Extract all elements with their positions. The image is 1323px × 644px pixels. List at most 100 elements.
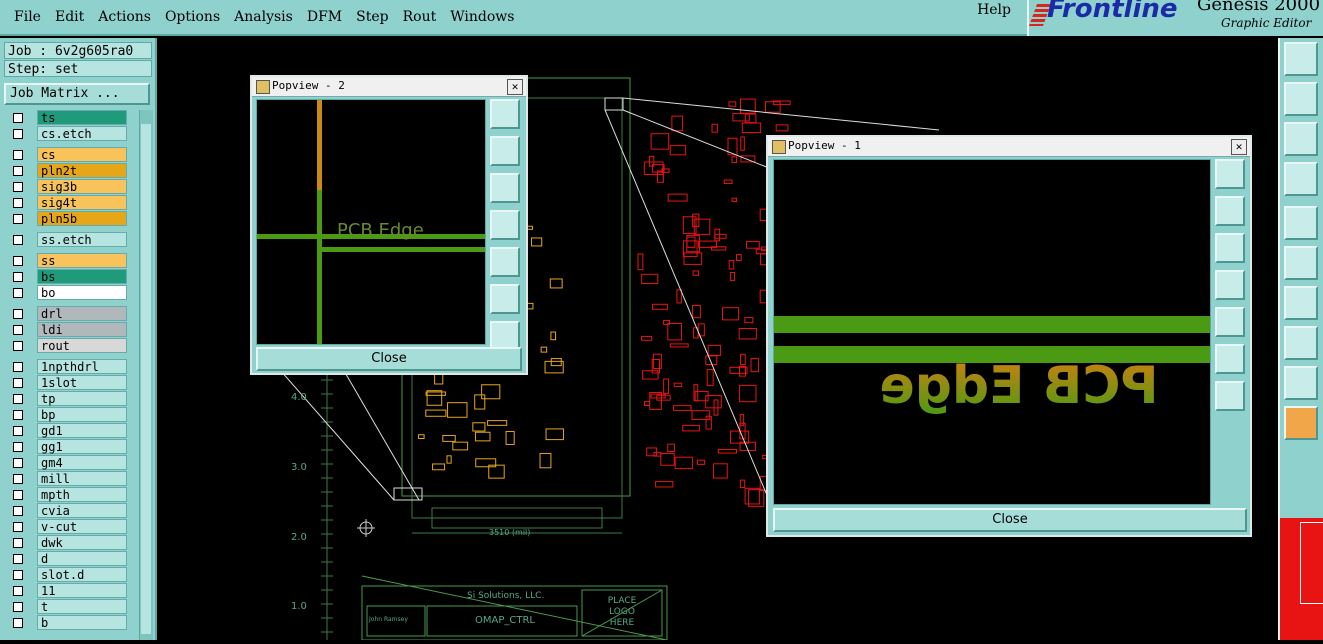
layer-checkbox[interactable] [6, 254, 31, 268]
popview-1-close-button[interactable]: Close [773, 508, 1247, 532]
menu-analysis[interactable]: Analysis [234, 9, 293, 25]
zoom-fit-icon[interactable] [1284, 122, 1318, 156]
layer-name[interactable]: t [37, 599, 127, 614]
layer-row[interactable]: sig4t [4, 195, 136, 211]
menu-step[interactable]: Step [356, 9, 388, 25]
layer-checkbox[interactable] [6, 307, 31, 321]
layer-name[interactable]: pln2t [37, 163, 127, 178]
layer-checkbox[interactable] [6, 408, 31, 422]
layer-checkbox[interactable] [6, 323, 31, 337]
pan-left-icon[interactable] [1284, 82, 1318, 116]
pointer-icon[interactable] [1284, 406, 1318, 440]
layer-checkbox[interactable] [6, 504, 31, 518]
layer-row[interactable]: rout [4, 338, 136, 354]
menu-actions[interactable]: Actions [98, 9, 151, 25]
pan-up-icon[interactable] [490, 136, 520, 166]
layer-checkbox[interactable] [6, 164, 31, 178]
layer-checkbox[interactable] [6, 180, 31, 194]
layer-row[interactable]: ldi [4, 322, 136, 338]
layer-name[interactable]: cs.etch [37, 126, 127, 141]
pad-tool-icon[interactable] [1284, 326, 1318, 360]
menu-file[interactable]: File [14, 9, 41, 25]
layer-checkbox[interactable] [6, 472, 31, 486]
menu-windows[interactable]: Windows [450, 9, 514, 25]
zoom-out-icon[interactable] [490, 284, 520, 314]
layer-row[interactable]: gm4 [4, 455, 136, 471]
layer-row[interactable]: ss.etch [4, 232, 136, 248]
layer-row[interactable]: pln5b [4, 211, 136, 227]
layer-checkbox[interactable] [6, 148, 31, 162]
layer-row[interactable]: d [4, 551, 136, 567]
layer-row[interactable]: 1slot [4, 375, 136, 391]
zoom-in-icon[interactable] [490, 99, 520, 129]
layer-row[interactable]: drl [4, 306, 136, 322]
layer-name[interactable]: rout [37, 338, 127, 353]
layer-row[interactable]: cs [4, 147, 136, 163]
menu-dfm[interactable]: DFM [307, 9, 342, 25]
layer-checkbox[interactable] [6, 424, 31, 438]
menu-options[interactable]: Options [165, 9, 220, 25]
layer-row[interactable]: slot.d [4, 567, 136, 583]
layer-name[interactable]: mpth [37, 487, 127, 502]
layer-row[interactable]: tp [4, 391, 136, 407]
layer-checkbox[interactable] [6, 584, 31, 598]
layer-name[interactable]: b [37, 615, 127, 630]
popview-1-titlebar[interactable]: Popview - 1 ✕ [768, 137, 1250, 157]
layer-checkbox[interactable] [6, 212, 31, 226]
layer-checkbox[interactable] [6, 600, 31, 614]
layer-row[interactable]: cs.etch [4, 126, 136, 142]
layer-row[interactable]: gg1 [4, 439, 136, 455]
menu-help[interactable]: Help [977, 2, 1011, 18]
layer-name[interactable]: pln5b [37, 211, 127, 226]
layer-row[interactable]: bp [4, 407, 136, 423]
popview-2-view[interactable]: PCB Edge [256, 99, 486, 345]
close-icon[interactable]: ✕ [507, 79, 523, 95]
layer-row[interactable]: sig3b [4, 179, 136, 195]
layer-row[interactable]: bs [4, 269, 136, 285]
scrollbar-thumb[interactable] [141, 124, 151, 634]
layer-name[interactable]: slot.d [37, 567, 127, 582]
layer-checkbox[interactable] [6, 440, 31, 454]
popview-2-close-button[interactable]: Close [256, 347, 522, 371]
layer-name[interactable]: v-cut [37, 519, 127, 534]
layer-name[interactable]: ldi [37, 322, 127, 337]
layer-row[interactable]: ts [4, 110, 136, 126]
layer-name[interactable]: gm4 [37, 455, 127, 470]
layer-row[interactable]: pln2t [4, 163, 136, 179]
layer-name[interactable]: mill [37, 471, 127, 486]
layer-checkbox[interactable] [6, 360, 31, 374]
layer-checkbox[interactable] [6, 568, 31, 582]
pan-down-icon[interactable] [1215, 233, 1245, 263]
layer-checkbox[interactable] [6, 376, 31, 390]
layer-name[interactable]: gg1 [37, 439, 127, 454]
layer-row[interactable]: mpth [4, 487, 136, 503]
layer-name[interactable]: gd1 [37, 423, 127, 438]
layer-checkbox[interactable] [6, 392, 31, 406]
layer-name[interactable]: cvia [37, 503, 127, 518]
layer-name[interactable]: ts [37, 110, 127, 125]
layer-name[interactable]: drl [37, 306, 127, 321]
pan-right-icon[interactable] [490, 247, 520, 277]
layer-checkbox[interactable] [6, 488, 31, 502]
popview-2-titlebar[interactable]: Popview - 2 ✕ [252, 77, 526, 97]
zoom-in-icon[interactable] [1215, 159, 1245, 189]
measure-icon[interactable] [1284, 162, 1318, 196]
close-icon[interactable]: ✕ [1231, 139, 1247, 155]
zoom-out-icon[interactable] [1215, 344, 1245, 374]
layer-row[interactable]: v-cut [4, 519, 136, 535]
line-tool-icon[interactable] [1284, 286, 1318, 320]
pan-left-icon[interactable] [1215, 270, 1245, 300]
triangle-tool-icon[interactable] [1284, 366, 1318, 400]
job-matrix-button[interactable]: Job Matrix ... [4, 83, 150, 105]
layer-checkbox[interactable] [6, 233, 31, 247]
layer-name[interactable]: cs [37, 147, 127, 162]
layer-checkbox[interactable] [6, 520, 31, 534]
layer-checkbox[interactable] [6, 286, 31, 300]
layer-checkbox[interactable] [6, 127, 31, 141]
layer-row[interactable]: cvia [4, 503, 136, 519]
layer-name[interactable]: sig3b [37, 179, 127, 194]
layer-checkbox[interactable] [6, 552, 31, 566]
layer-checkbox[interactable] [6, 270, 31, 284]
layer-name[interactable]: ss.etch [37, 232, 127, 247]
layer-checkbox[interactable] [6, 616, 31, 630]
